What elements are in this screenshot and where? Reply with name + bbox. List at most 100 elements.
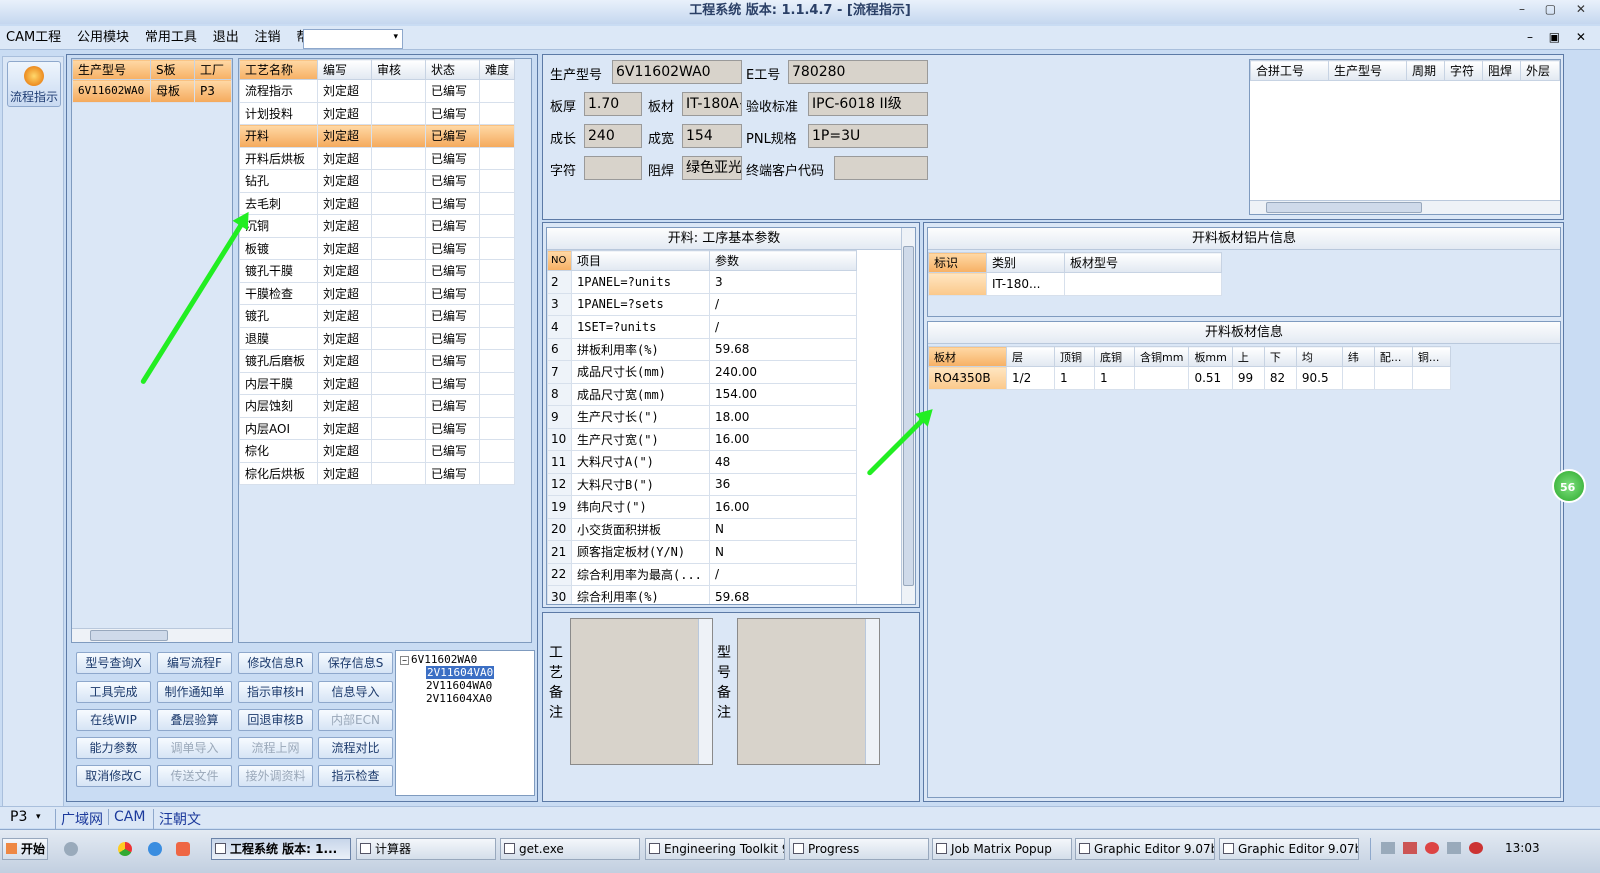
table-row[interactable]: 7 成品尺寸长(mm) 240.00 bbox=[547, 360, 857, 384]
side-badge[interactable]: 56 bbox=[1552, 469, 1586, 503]
table-row[interactable]: 开料 刘定超 已编写 bbox=[239, 124, 516, 148]
col-production-model[interactable]: 生产型号 bbox=[72, 59, 151, 80]
menu-public-modules[interactable]: 公用模块 bbox=[71, 26, 135, 50]
tray-icon[interactable] bbox=[1403, 842, 1417, 854]
table-row[interactable]: 9 生产尺寸长(") 18.00 bbox=[547, 405, 857, 429]
table-row[interactable]: 镀孔 刘定超 已编写 bbox=[239, 304, 516, 328]
tree-item[interactable]: 2V11604XA0 bbox=[426, 692, 530, 705]
board-col-header[interactable]: 板mm bbox=[1188, 346, 1233, 367]
table-row[interactable]: 6 拼板利用率(%) 59.68 bbox=[547, 337, 857, 361]
col-combine-no[interactable]: 合拼工号 bbox=[1250, 60, 1329, 81]
action-button-9[interactable]: 叠层验算 bbox=[157, 709, 232, 731]
action-button-4[interactable]: 工具完成 bbox=[76, 681, 151, 703]
table-row[interactable]: RO4350B 1/2 1 1 0.51 99 82 90.5 bbox=[928, 366, 1451, 390]
production-model-field[interactable]: 6V11602WA0 bbox=[612, 60, 742, 84]
table-row[interactable]: 30 综合利用率(%) 59.68 bbox=[547, 585, 857, 604]
action-button-0[interactable]: 型号查询X bbox=[76, 652, 151, 674]
params-vscroll[interactable] bbox=[901, 228, 915, 604]
width-field[interactable]: 154 bbox=[682, 124, 742, 148]
table-row[interactable]: IT-180... bbox=[928, 272, 1222, 296]
action-button-1[interactable]: 编写流程F bbox=[157, 652, 232, 674]
process-notes-textarea[interactable] bbox=[570, 618, 713, 765]
action-button-19[interactable]: 指示检查 bbox=[318, 765, 393, 787]
tree-item[interactable]: 2V11604WA0 bbox=[426, 679, 530, 692]
action-button-5[interactable]: 制作通知单 bbox=[157, 681, 232, 703]
board-col-header[interactable]: 均 bbox=[1295, 346, 1343, 367]
table-row[interactable]: 4 1SET=?units / bbox=[547, 315, 857, 339]
table-row[interactable]: 11 大料尺寸A(") 48 bbox=[547, 450, 857, 474]
model-table-hscroll[interactable] bbox=[72, 628, 232, 642]
task-job-matrix[interactable]: Job Matrix Popup bbox=[932, 838, 1072, 860]
scroll-thumb[interactable] bbox=[90, 630, 168, 641]
app-icon[interactable] bbox=[176, 842, 190, 856]
standard-field[interactable]: IPC-6018 II级 bbox=[808, 92, 928, 116]
scroll-thumb[interactable] bbox=[1266, 202, 1422, 213]
mdi-window-controls[interactable]: – ▣ ✕ bbox=[1527, 30, 1592, 44]
board-col-header[interactable]: 底铜 bbox=[1094, 346, 1135, 367]
table-row[interactable]: 6V11602WA0 母板 P3 bbox=[72, 79, 232, 103]
notes-vscroll[interactable] bbox=[865, 619, 879, 764]
col-factory[interactable]: 工厂 bbox=[194, 59, 232, 80]
model-notes-textarea[interactable] bbox=[737, 618, 880, 765]
table-row[interactable]: 21 顾客指定板材(Y/N) N bbox=[547, 540, 857, 564]
table-row[interactable]: 内层干膜 刘定超 已编写 bbox=[239, 371, 516, 395]
menu-logout[interactable]: 注销 bbox=[249, 26, 287, 50]
menu-combo-box[interactable]: ▾ bbox=[303, 29, 403, 49]
scroll-thumb[interactable] bbox=[903, 246, 914, 586]
col-reviewer[interactable]: 审核 bbox=[370, 59, 426, 80]
action-button-2[interactable]: 修改信息R bbox=[238, 652, 313, 674]
menu-exit[interactable]: 退出 bbox=[207, 26, 245, 50]
board-col-header[interactable]: 层 bbox=[1006, 346, 1055, 367]
action-button-3[interactable]: 保存信息S bbox=[318, 652, 393, 674]
action-button-6[interactable]: 指示审核H bbox=[238, 681, 313, 703]
table-row[interactable]: 计划投料 刘定超 已编写 bbox=[239, 101, 516, 125]
menu-tools[interactable]: 常用工具 bbox=[139, 26, 203, 50]
col-char[interactable]: 字符 bbox=[1444, 60, 1483, 81]
board-col-header[interactable]: 板材 bbox=[928, 346, 1007, 367]
tray-icon[interactable] bbox=[1425, 842, 1439, 854]
chrome-icon[interactable] bbox=[118, 842, 132, 856]
action-button-13[interactable]: 调单导入 bbox=[157, 737, 232, 759]
table-row[interactable]: 镀孔后磨板 刘定超 已编写 bbox=[239, 349, 516, 373]
board-col-header[interactable]: 顶铜 bbox=[1054, 346, 1095, 367]
board-col-header[interactable]: 上 bbox=[1231, 346, 1265, 367]
table-row[interactable]: 2 1PANEL=?units 3 bbox=[547, 270, 857, 294]
e-no-field[interactable]: 780280 bbox=[788, 60, 928, 84]
board-col-header[interactable]: 下 bbox=[1263, 346, 1297, 367]
table-row[interactable]: 10 生产尺寸宽(") 16.00 bbox=[547, 427, 857, 451]
table-row[interactable]: 沉铜 刘定超 已编写 bbox=[239, 214, 516, 238]
col-status[interactable]: 状态 bbox=[424, 59, 480, 80]
board-col-header[interactable]: 配... bbox=[1373, 346, 1413, 367]
customer-field[interactable] bbox=[834, 156, 928, 180]
table-row[interactable]: 干膜检查 刘定超 已编写 bbox=[239, 281, 516, 305]
mask-field[interactable]: 绿色亚光 bbox=[682, 156, 742, 180]
task-graphic-editor-1[interactable]: Graphic Editor 9.07b2... bbox=[1075, 838, 1215, 860]
table-row[interactable]: 3 1PANEL=?sets / bbox=[547, 292, 857, 316]
notes-vscroll[interactable] bbox=[698, 619, 712, 764]
table-row[interactable]: 棕化 刘定超 已编写 bbox=[239, 439, 516, 463]
tray-icon[interactable] bbox=[1447, 842, 1461, 854]
col-param[interactable]: 参数 bbox=[709, 250, 857, 271]
col-board-model[interactable]: 板材型号 bbox=[1064, 252, 1222, 273]
action-button-14[interactable]: 流程上网 bbox=[238, 737, 313, 759]
clock[interactable]: 13:03 bbox=[1505, 841, 1540, 855]
pnl-field[interactable]: 1P=3U bbox=[808, 124, 928, 148]
table-row[interactable]: 8 成品尺寸宽(mm) 154.00 bbox=[547, 382, 857, 406]
table-row[interactable]: 19 纬向尺寸(") 16.00 bbox=[547, 495, 857, 519]
task-engineering-toolkit[interactable]: Engineering Toolkit 9.... bbox=[645, 838, 785, 860]
flow-indicator-button[interactable]: 流程指示 bbox=[7, 61, 61, 107]
table-row[interactable]: 棕化后烘板 刘定超 已编写 bbox=[239, 461, 516, 485]
action-button-11[interactable]: 内部ECN bbox=[318, 709, 393, 731]
table-row[interactable]: 内层蚀刻 刘定超 已编写 bbox=[239, 394, 516, 418]
action-button-15[interactable]: 流程对比 bbox=[318, 737, 393, 759]
col-no[interactable]: NO bbox=[547, 250, 572, 271]
collapse-icon[interactable]: − bbox=[400, 656, 409, 665]
start-button[interactable]: 开始 bbox=[2, 838, 48, 860]
menu-cam[interactable]: CAM工程 bbox=[0, 26, 67, 50]
col-outer[interactable]: 外层 bbox=[1520, 60, 1560, 81]
task-graphic-editor-2[interactable]: Graphic Editor 9.07b2... bbox=[1219, 838, 1359, 860]
action-button-18[interactable]: 接外调资料 bbox=[238, 765, 313, 787]
board-col-header[interactable]: 含铜mm bbox=[1133, 346, 1190, 367]
window-controls[interactable]: – ▢ ✕ bbox=[1519, 2, 1594, 16]
table-row[interactable]: 内层AOI 刘定超 已编写 bbox=[239, 416, 516, 440]
